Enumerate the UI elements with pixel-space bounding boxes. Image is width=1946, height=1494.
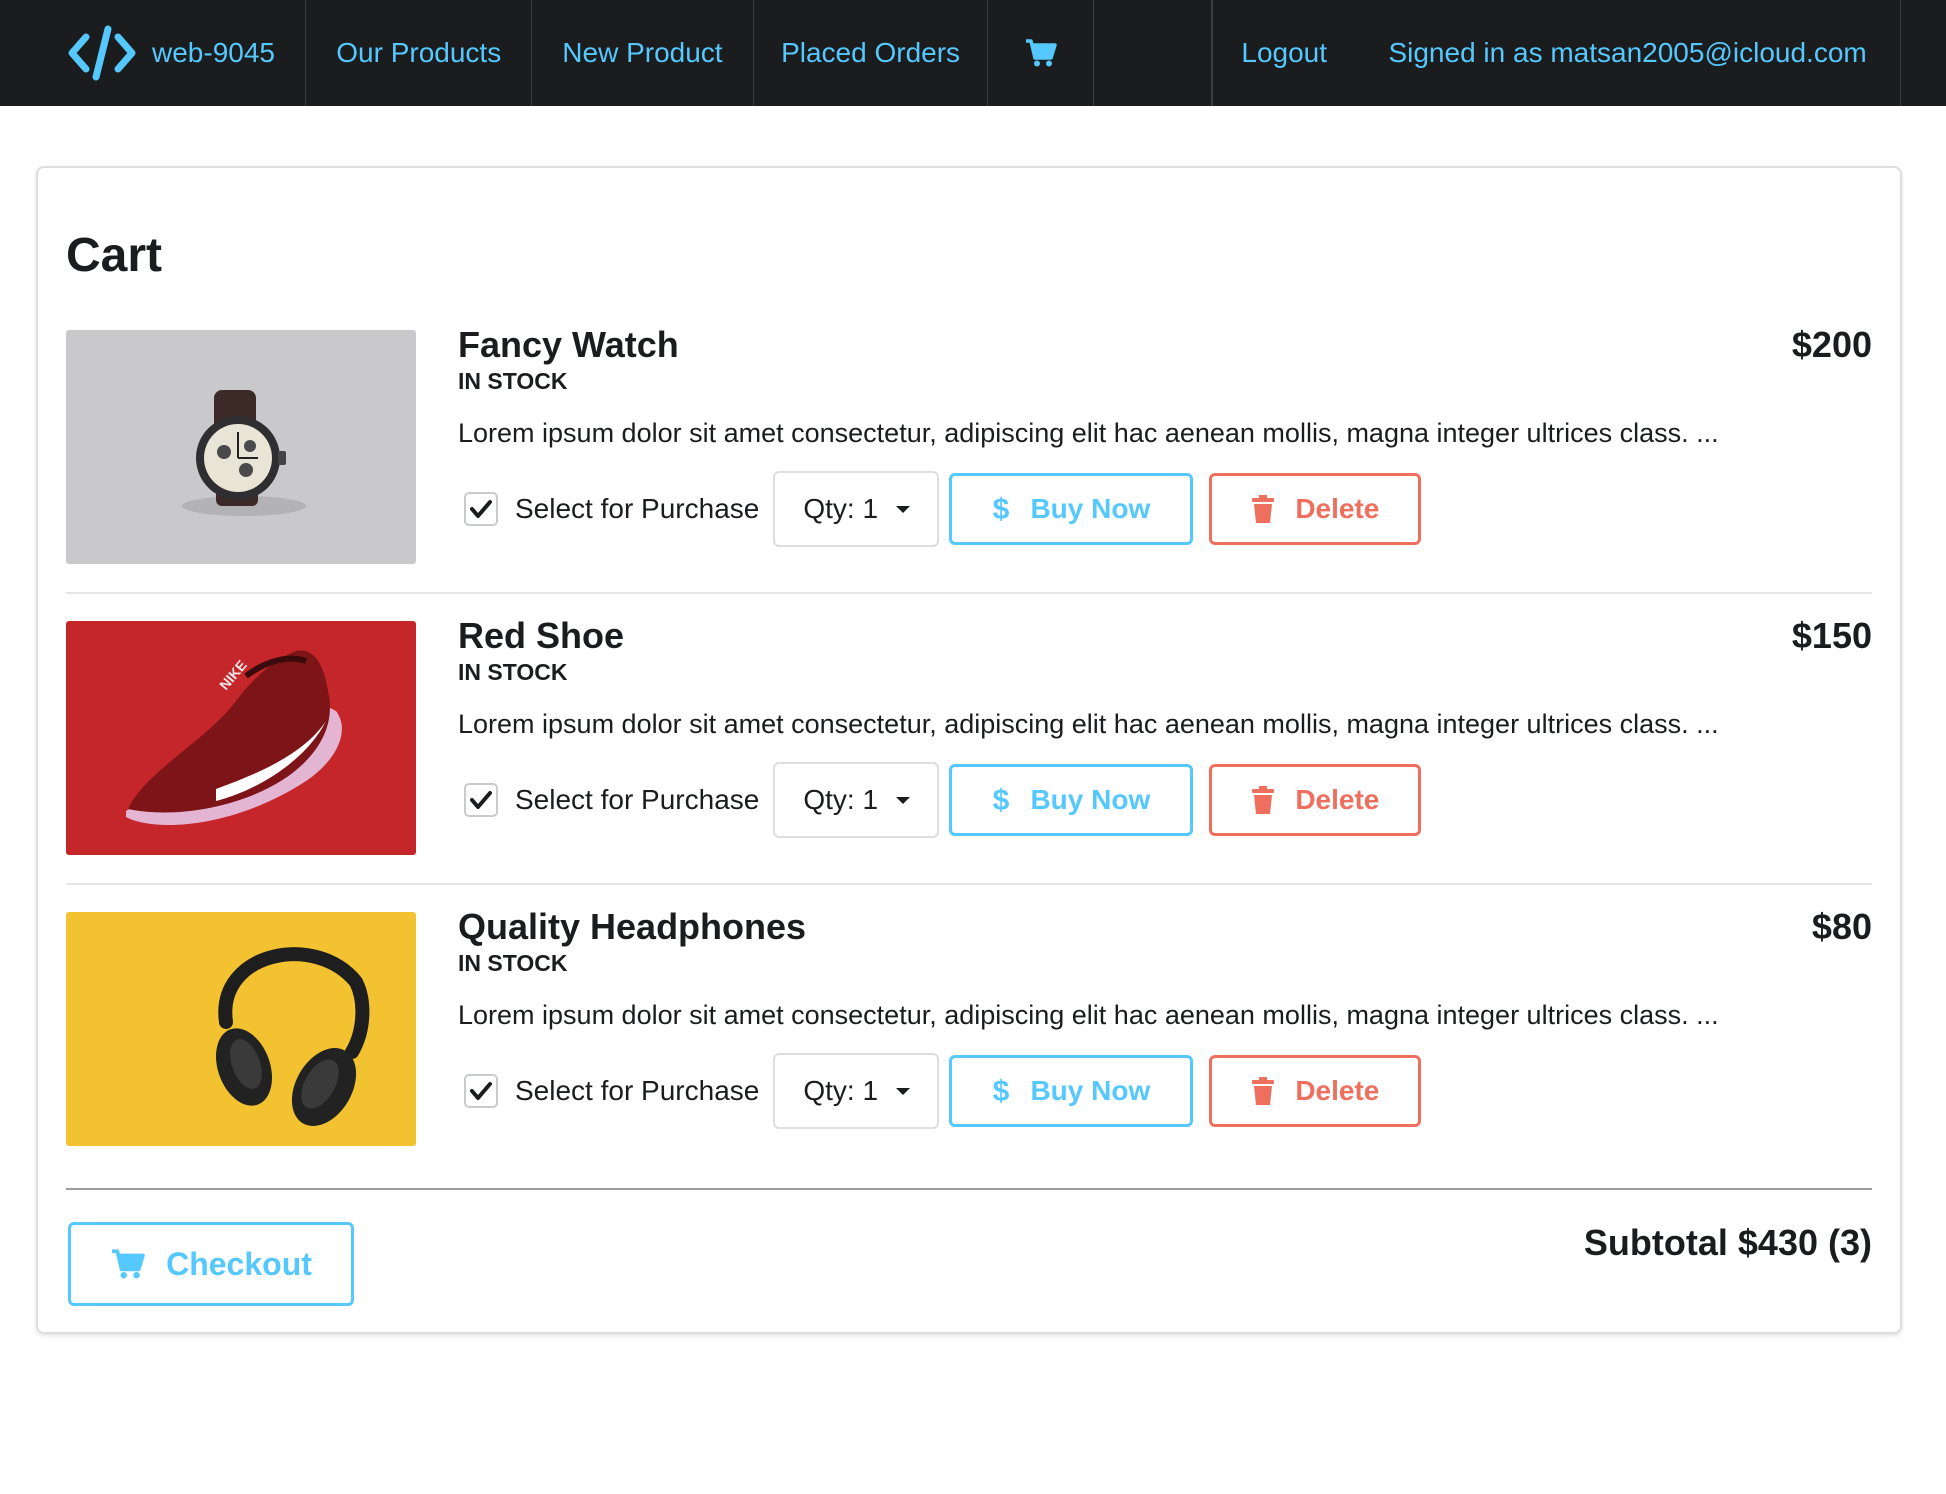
product-price: $80 [1811,906,1872,947]
cart-icon [1025,39,1057,67]
brand-name: web-9045 [152,37,275,68]
delete-button[interactable]: Delete [1209,764,1422,836]
select-for-purchase-checkbox[interactable]: Select for Purchase [458,783,773,817]
buy-now-button[interactable]: $ Buy Now [949,473,1194,545]
nav-new-product[interactable]: New Product [532,0,754,106]
product-price: $150 [1791,615,1872,656]
caret-down-icon [896,1087,911,1095]
buy-now-label: Buy Now [1030,493,1151,524]
item-controls: Select for Purchase Qty: 1 $ Buy Now Del… [458,471,1422,547]
cart-item: Fancy Watch IN STOCK $200 Lorem ipsum do… [66,324,1872,564]
nav-logout[interactable]: Logout [1212,0,1355,106]
trash-icon [1251,1076,1275,1106]
dollar-icon: $ [992,1076,1010,1106]
select-label: Select for Purchase [515,784,760,815]
product-description: Lorem ipsum dolor sit amet consectetur, … [458,1000,1719,1030]
dollar-icon: $ [992,494,1010,524]
checkbox-box[interactable] [464,783,498,817]
nav-signed-in-user[interactable]: Signed in as matsan2005@icloud.com [1355,0,1901,106]
shoe-image: NIKE [66,621,416,855]
product-price: $200 [1791,324,1872,365]
nav-cart[interactable] [988,0,1095,106]
svg-text:$: $ [993,1076,1010,1106]
qty-value: Qty: 1 [803,493,879,524]
select-label: Select for Purchase [515,493,760,524]
delete-button[interactable]: Delete [1209,473,1422,545]
product-name[interactable]: Red Shoe [458,615,624,657]
caret-down-icon [896,796,911,804]
select-for-purchase-checkbox[interactable]: Select for Purchase [458,1074,773,1108]
delete-label: Delete [1295,493,1380,524]
product-image-shoe: NIKE [66,621,416,855]
checkbox-box[interactable] [464,1074,498,1108]
cart-item: NIKE Red Shoe IN STOCK $150 Lorem ipsum … [66,615,1872,855]
buy-now-label: Buy Now [1030,1075,1151,1106]
checkout-button[interactable]: Checkout [68,1222,354,1306]
nav-our-products[interactable]: Our Products [306,0,533,106]
checkmark-icon [470,1082,492,1100]
product-image-watch [66,330,416,564]
checkbox-box[interactable] [464,492,498,526]
product-image-headphones [66,912,416,1146]
trash-icon [1251,785,1275,815]
select-label: Select for Purchase [515,1075,760,1106]
cart-item: Quality Headphones IN STOCK $80 Lorem ip… [66,906,1872,1146]
cart-card: Cart Fancy Watch IN STOCK $200 Lorem ips… [36,166,1902,1334]
delete-button[interactable]: Delete [1209,1055,1422,1127]
page-title: Cart [66,229,163,282]
subtotal: Subtotal $430 (3) [1583,1222,1872,1263]
watch-image [66,330,416,564]
trash-icon [1251,494,1275,524]
nav-placed-orders[interactable]: Placed Orders [754,0,989,106]
product-name[interactable]: Quality Headphones [458,906,806,948]
item-controls: Select for Purchase Qty: 1 $ Buy Now Del… [458,762,1422,838]
brand-link[interactable]: web-9045 [0,0,307,106]
nav-right-pad [1901,0,1946,106]
qty-value: Qty: 1 [803,1075,879,1106]
code-icon [68,25,136,81]
item-divider [66,592,1872,594]
checkmark-icon [470,500,492,518]
delete-label: Delete [1295,784,1380,815]
stock-status: IN STOCK [458,659,568,685]
delete-label: Delete [1295,1075,1380,1106]
checkmark-icon [470,791,492,809]
product-description: Lorem ipsum dolor sit amet consectetur, … [458,418,1719,448]
product-description: Lorem ipsum dolor sit amet consectetur, … [458,709,1719,739]
buy-now-button[interactable]: $ Buy Now [949,1055,1194,1127]
dollar-icon: $ [992,785,1010,815]
svg-text:$: $ [993,785,1010,815]
headphones-image [66,912,416,1146]
qty-dropdown[interactable]: Qty: 1 [773,1053,940,1129]
select-for-purchase-checkbox[interactable]: Select for Purchase [458,492,773,526]
buy-now-button[interactable]: $ Buy Now [949,764,1194,836]
nav-spacer [1094,0,1213,106]
product-name[interactable]: Fancy Watch [458,324,679,366]
checkout-label: Checkout [166,1245,312,1282]
item-divider [66,883,1872,885]
svg-text:$: $ [993,494,1010,524]
stock-status: IN STOCK [458,950,568,976]
checkout-divider [66,1188,1872,1190]
top-navbar: web-9045 Our Products New Product Placed… [0,0,1946,106]
caret-down-icon [896,505,911,513]
cart-icon [110,1248,146,1280]
qty-value: Qty: 1 [803,784,879,815]
buy-now-label: Buy Now [1030,784,1151,815]
qty-dropdown[interactable]: Qty: 1 [773,762,940,838]
qty-dropdown[interactable]: Qty: 1 [773,471,940,547]
stock-status: IN STOCK [458,368,568,394]
item-controls: Select for Purchase Qty: 1 $ Buy Now Del… [458,1053,1422,1129]
